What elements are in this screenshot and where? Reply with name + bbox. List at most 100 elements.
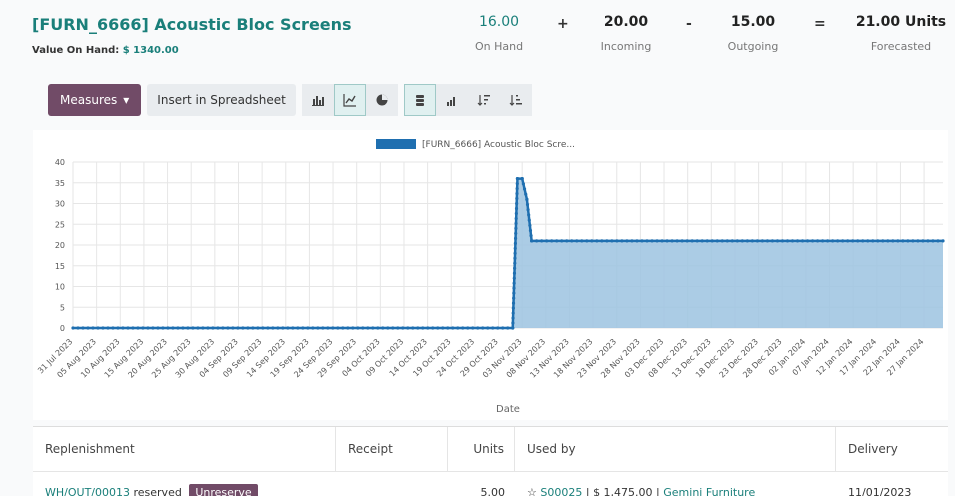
data-point: [161, 326, 165, 330]
data-point: [881, 239, 885, 243]
data-point: [86, 326, 90, 330]
data-point: [795, 239, 800, 243]
product-title[interactable]: [FURN_6666] Acoustic Bloc Screens: [32, 15, 352, 34]
data-point: [296, 326, 300, 330]
header-replenishment[interactable]: Replenishment: [33, 427, 336, 472]
data-point: [525, 197, 529, 201]
data-point: [276, 326, 280, 330]
data-point: [515, 201, 519, 206]
data-point: [600, 239, 604, 243]
data-point: [515, 191, 519, 196]
data-point: [513, 236, 518, 240]
data-point: [356, 326, 360, 330]
sort-descending-icon[interactable]: [467, 84, 500, 116]
data-point: [486, 326, 490, 330]
data-point: [560, 239, 564, 243]
data-point: [800, 239, 805, 243]
row-used-by: ☆ S00025 | $ 1,475.00 | Gemini Furniture: [515, 473, 836, 496]
chart-options-group: [403, 84, 532, 116]
data-point: [441, 326, 445, 330]
data-point: [528, 228, 533, 233]
row-delivery: 11/01/2023: [848, 486, 912, 496]
data-point: [121, 326, 125, 330]
data-point: [513, 256, 517, 260]
data-point: [846, 239, 850, 243]
star-icon[interactable]: ☆: [527, 486, 537, 496]
series-area: [73, 178, 943, 328]
legend-label: [FURN_6666] Acoustic Bloc Scre...: [422, 140, 575, 150]
data-point: [391, 326, 395, 330]
line-chart-icon[interactable]: [333, 84, 366, 116]
data-point: [481, 326, 485, 330]
data-point: [381, 326, 385, 330]
data-point: [81, 326, 85, 330]
used-by-ref[interactable]: S00025: [540, 486, 582, 496]
data-point: [513, 241, 518, 245]
data-point: [680, 239, 684, 243]
data-point: [151, 326, 155, 330]
data-point: [346, 326, 350, 330]
data-point: [431, 326, 435, 330]
data-point: [196, 326, 200, 330]
data-point: [655, 239, 659, 243]
cumulative-icon[interactable]: [435, 84, 468, 116]
data-point: [326, 326, 330, 330]
replenishment-link[interactable]: WH/OUT/00013: [45, 486, 130, 496]
data-point: [514, 221, 518, 226]
data-point: [941, 239, 945, 243]
data-point: [206, 326, 210, 330]
forecast-header: [FURN_6666] Acoustic Bloc Screens Value …: [0, 0, 955, 80]
data-point: [416, 326, 420, 330]
chart-svg: 31 Jul 202305 Aug 202310 Aug 202315 Aug …: [36, 139, 945, 415]
data-point: [740, 239, 744, 243]
data-point: [916, 239, 920, 243]
legend-swatch: [376, 139, 416, 149]
x-axis-label: Date: [496, 404, 520, 415]
data-point: [650, 239, 654, 243]
data-point: [251, 326, 255, 330]
data-point: [111, 326, 115, 330]
bar-chart-icon[interactable]: [301, 84, 334, 116]
data-point: [515, 196, 519, 201]
data-point: [524, 192, 528, 196]
sort-ascending-icon[interactable]: [499, 84, 532, 116]
data-point: [675, 239, 679, 243]
equals-operator: =: [814, 16, 826, 32]
data-point: [821, 239, 825, 243]
insert-spreadsheet-button[interactable]: Insert in Spreadsheet: [147, 84, 296, 116]
used-by-partner[interactable]: Gemini Furniture: [663, 486, 755, 496]
data-point: [91, 326, 95, 330]
data-point: [755, 239, 759, 243]
forecasted-value: 21.00 Units: [855, 14, 947, 30]
data-point: [705, 239, 709, 243]
data-point: [886, 239, 890, 243]
used-by-amount: $ 1,475.00: [593, 486, 653, 496]
header-receipt[interactable]: Receipt: [336, 427, 448, 472]
data-point: [281, 326, 285, 330]
header-delivery[interactable]: Delivery: [836, 427, 948, 472]
data-point: [476, 326, 480, 330]
on-hand-value: 16.00: [478, 14, 520, 30]
y-tick-label: 20: [55, 241, 65, 250]
data-point: [896, 239, 900, 243]
header-units[interactable]: Units: [448, 427, 515, 472]
on-hand-label: On Hand: [474, 40, 524, 53]
data-point: [236, 326, 240, 330]
outgoing-label: Outgoing: [727, 40, 779, 53]
data-point: [271, 326, 275, 330]
stacked-icon[interactable]: [403, 84, 436, 116]
pie-chart-icon[interactable]: [365, 84, 398, 116]
unreserve-button[interactable]: Unreserve: [189, 484, 258, 496]
data-point: [625, 239, 629, 243]
measures-button[interactable]: Measures ▾: [48, 84, 142, 116]
data-point: [366, 326, 370, 330]
data-point: [131, 326, 135, 330]
incoming-label: Incoming: [600, 40, 652, 53]
data-point: [512, 271, 517, 275]
header-used-by[interactable]: Used by: [515, 427, 836, 472]
data-point: [805, 239, 810, 243]
data-point: [286, 326, 290, 330]
plus-operator: +: [557, 16, 569, 32]
data-point: [780, 239, 785, 243]
y-tick-label: 0: [60, 324, 65, 333]
